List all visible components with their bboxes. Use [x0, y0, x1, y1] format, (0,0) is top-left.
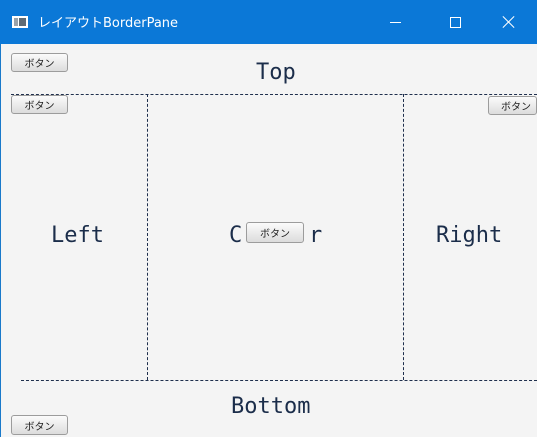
- close-button[interactable]: [480, 0, 537, 44]
- window-title: レイアウトBorderPane: [38, 16, 179, 31]
- left-region-border: [147, 94, 148, 380]
- top-region-label: Top: [256, 60, 296, 85]
- close-icon: [502, 15, 516, 29]
- center-region-label-start: C: [229, 223, 243, 248]
- right-region-label: Right: [436, 223, 503, 248]
- maximize-button[interactable]: [426, 0, 484, 44]
- top-region-button[interactable]: ボタン: [11, 53, 68, 72]
- bottom-region-label: Bottom: [231, 394, 311, 419]
- left-region-label: Left: [51, 223, 104, 248]
- bottom-region-border: [21, 380, 537, 381]
- top-region-border: [11, 94, 537, 95]
- right-region-button[interactable]: ボタン: [488, 96, 537, 115]
- minimize-icon: [389, 21, 401, 23]
- right-region-border: [403, 94, 404, 380]
- bottom-region-button[interactable]: ボタン: [11, 415, 68, 435]
- app-window-icon: [12, 16, 28, 28]
- title-bar[interactable]: レイアウトBorderPane: [0, 0, 537, 44]
- minimize-button[interactable]: [366, 0, 424, 44]
- left-region-button[interactable]: ボタン: [11, 95, 68, 114]
- center-region-button[interactable]: ボタン: [246, 222, 304, 243]
- center-region-label-end: r: [309, 223, 323, 248]
- maximize-icon: [449, 16, 461, 28]
